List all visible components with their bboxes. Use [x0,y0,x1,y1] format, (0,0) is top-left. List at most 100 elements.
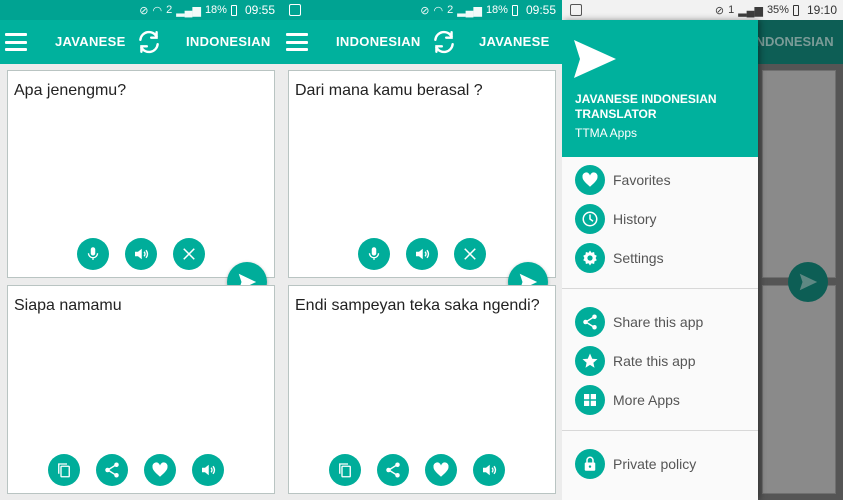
dimmed-input-card [762,70,836,278]
drawer-item-label: Settings [613,249,664,266]
copy-icon [58,463,70,478]
share-button[interactable] [96,454,128,486]
drawer-item-share[interactable]: Share this app [562,302,758,341]
status-time: 09:55 [525,3,556,17]
speak-input-button[interactable] [406,238,438,270]
target-language-button[interactable]: INDONESIAN [186,20,271,64]
clear-button[interactable] [173,238,205,270]
heart-icon [575,164,605,195]
translator-screen-2: ⊘ ◠ 2 ▂▄▆ 18% 09:55 INDONESIAN JAVANESE … [281,0,562,500]
close-icon [183,248,195,260]
share-icon [105,462,119,478]
target-language-button[interactable]: JAVANESE [479,20,550,64]
drawer-item-history[interactable]: History [562,199,758,238]
output-actions [284,454,550,486]
clock-icon [575,203,605,234]
lock-icon [575,448,605,479]
navigation-drawer: JAVANESE INDONESIAN TRANSLATOR TTMA Apps… [562,20,758,500]
share-icon [575,306,605,337]
translator-screen-1: ⊘ ◠ 2 ▂▄▆ 18% 09:55 JAVANESE INDONESIAN … [0,0,281,500]
menu-icon[interactable] [5,33,27,51]
source-language-button[interactable]: INDONESIAN [336,20,421,64]
menu-icon[interactable] [286,33,308,51]
close-icon [464,248,476,260]
drawer-item-label: Rate this app [613,352,696,369]
status-time: 19:10 [806,3,837,17]
input-card[interactable]: Apa jenengmu? [7,70,275,278]
heart-icon [433,462,449,477]
sim-badge: 2 [166,4,173,16]
status-bar: ⊘ ◠ 2 ▂▄▆ 18% 09:55 [0,0,281,20]
developer-name: TTMA Apps [575,126,638,140]
microphone-icon [87,247,99,260]
output-text: Endi sampeyan teka saka ngendi? [295,297,540,314]
copy-button[interactable] [329,454,361,486]
toolbar: JAVANESE INDONESIAN [0,20,281,64]
drawer-item-favorites[interactable]: Favorites [562,160,758,199]
signal-icon: ▂▄▆ [176,4,201,17]
share-button[interactable] [377,454,409,486]
source-language-button[interactable]: JAVANESE [55,20,126,64]
speaker-icon [483,464,497,476]
status-bar: ⊘ 1 ▂▄▆ 35% 19:10 [562,0,843,20]
mute-icon: ⊘ [714,4,725,17]
speaker-icon [202,464,216,476]
clear-button[interactable] [454,238,486,270]
output-card: Siapa namamu [7,285,275,494]
dimmed-translate-button [788,262,828,302]
sim-badge: 1 [728,4,735,16]
speak-output-button[interactable] [473,454,505,486]
app-title: JAVANESE INDONESIAN TRANSLATOR [575,92,717,121]
drawer-item-privacy-policy[interactable]: Private policy [562,444,758,483]
mute-icon: ⊘ [139,4,149,17]
battery-icon [511,4,518,16]
battery-percent: 18% [204,4,227,16]
dimmed-output-card [762,285,836,494]
input-card[interactable]: Dari mana kamu berasal ? [288,70,556,278]
battery-percent: 18% [485,4,508,16]
status-time: 09:55 [244,3,275,17]
drawer-item-label: More Apps [613,391,680,408]
mute-icon: ⊘ [420,4,430,17]
drawer-item-label: Favorites [613,171,671,188]
swap-languages-icon[interactable] [136,29,162,55]
app-logo-icon [574,40,616,78]
drawer-item-label: History [613,210,657,227]
copy-button[interactable] [48,454,80,486]
drawer-screen: INDONESIAN ⊘ 1 ▂▄▆ 35% 19:10 JAVANESE IN… [562,0,843,500]
microphone-icon [368,247,380,260]
output-card: Endi sampeyan teka saka ngendi? [288,285,556,494]
favorite-button[interactable] [425,454,457,486]
drawer-item-rate[interactable]: Rate this app [562,341,758,380]
image-notification-icon [570,4,582,16]
toolbar: INDONESIAN JAVANESE [281,20,562,64]
share-icon [386,462,400,478]
battery-percent: 35% [766,4,789,16]
drawer-item-more-apps[interactable]: More Apps [562,380,758,419]
drawer-item-label: Share this app [613,313,704,330]
copy-icon [339,463,351,478]
speaker-icon [135,248,149,260]
drawer-item-settings[interactable]: Settings [562,238,758,277]
speak-output-button[interactable] [192,454,224,486]
output-actions [3,454,269,486]
input-text[interactable]: Dari mana kamu berasal ? [295,81,545,100]
drawer-header: JAVANESE INDONESIAN TRANSLATOR TTMA Apps [562,20,758,157]
output-text: Siapa namamu [14,297,122,314]
microphone-button[interactable] [77,238,109,270]
input-text[interactable]: Apa jenengmu? [14,81,264,100]
grid-icon [575,384,605,415]
battery-icon [230,4,237,16]
speaker-icon [416,248,430,260]
star-icon [575,345,605,376]
speak-input-button[interactable] [125,238,157,270]
microphone-button[interactable] [358,238,390,270]
send-icon [799,273,818,291]
sim-badge: 2 [447,4,454,16]
swap-languages-icon[interactable] [431,29,457,55]
drawer-divider [562,288,758,289]
drawer-divider [562,430,758,431]
drawer-item-label: Private policy [613,455,697,472]
signal-icon: ▂▄▆ [738,4,763,17]
favorite-button[interactable] [144,454,176,486]
